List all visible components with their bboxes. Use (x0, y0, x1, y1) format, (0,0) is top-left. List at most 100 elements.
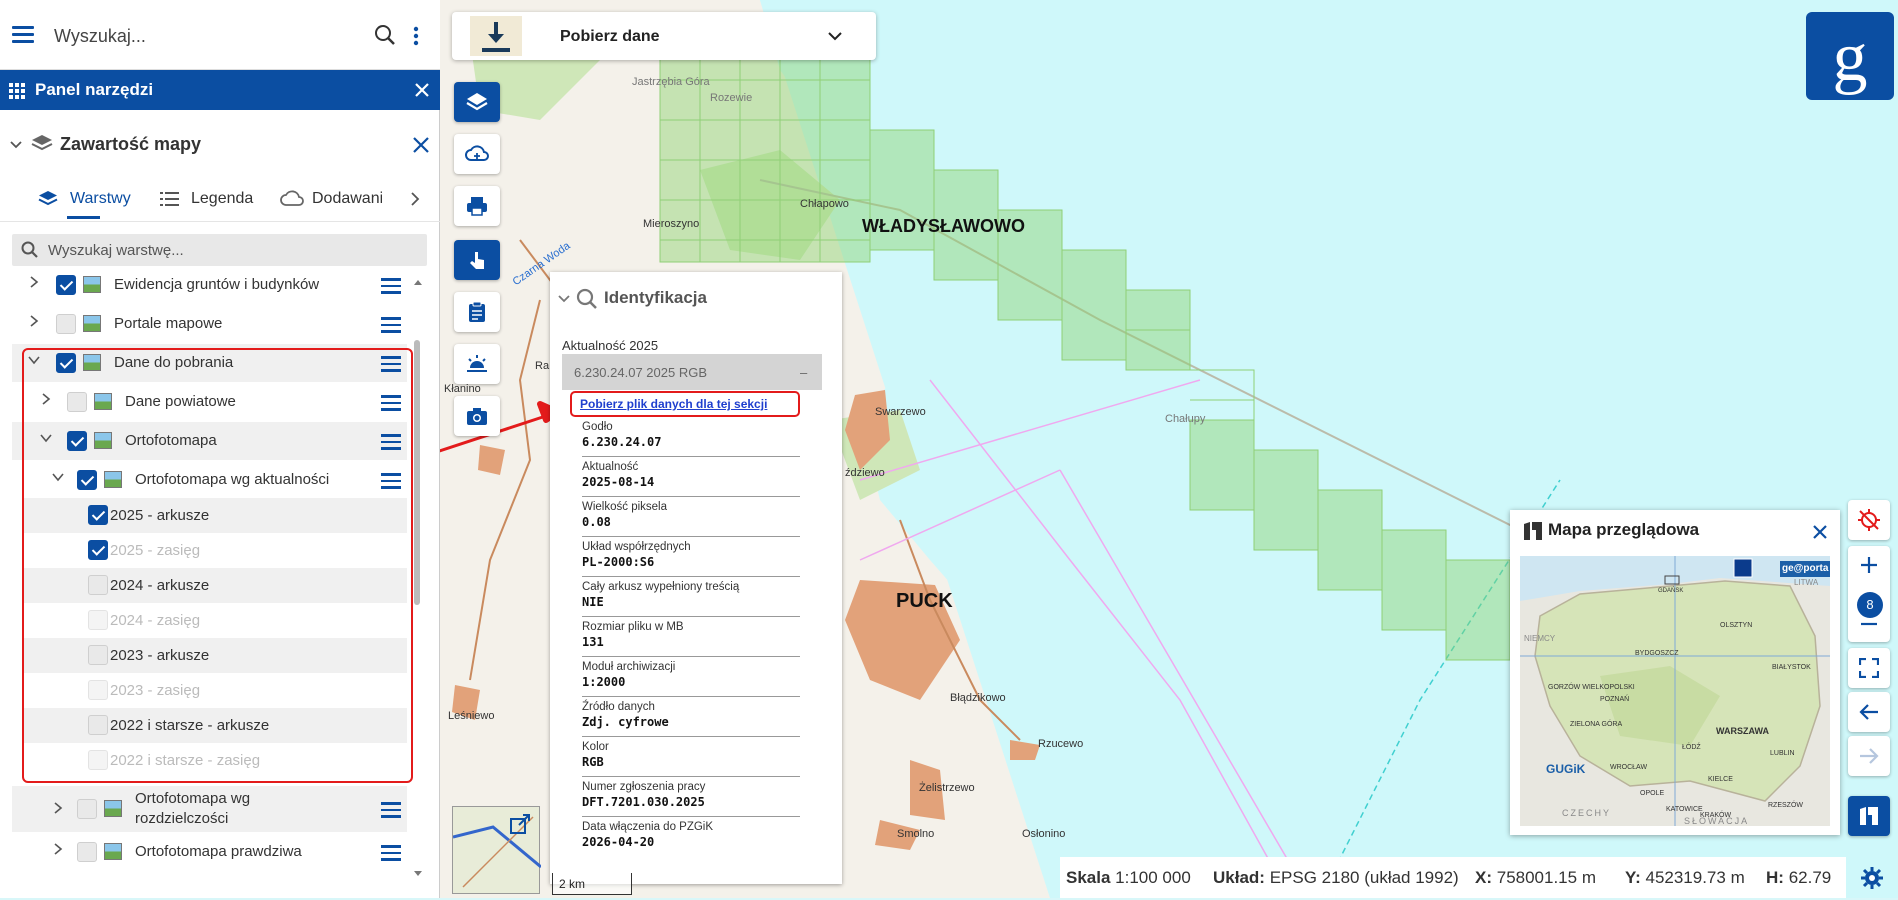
hamburger-menu-icon[interactable] (12, 26, 34, 44)
print-button[interactable] (454, 186, 500, 226)
settings-gear-icon[interactable] (1860, 866, 1884, 890)
attr-uklad: Układ współrzędnych PL-2000:S6 (582, 537, 800, 577)
identify-button[interactable] (454, 240, 500, 280)
scale-label: Skala (1066, 868, 1111, 887)
attr-key: Moduł archiwizacji (582, 661, 676, 673)
ov-label-slowacja: SŁOWACJA (1684, 816, 1750, 826)
layer-row-ortofotomapa-prawdziwa[interactable]: Ortofotomapa prawdziwa (12, 833, 407, 871)
ov-label-bydgoszcz: BYDGOSZCZ (1635, 650, 1679, 657)
search-input[interactable] (54, 18, 354, 54)
sheet-select[interactable]: 6.230.24.07 2025 RGB – (562, 354, 822, 390)
chevron-down-icon[interactable] (10, 140, 22, 150)
download-title: Pobierz dane (560, 28, 660, 45)
mini-map[interactable] (452, 806, 542, 894)
layer-menu-icon[interactable] (381, 845, 401, 861)
layers-tab-icon (38, 191, 58, 206)
layer-checkbox[interactable] (77, 799, 97, 819)
tab-warstwy[interactable]: Warstwy (70, 190, 131, 208)
attr-data: Data włączenia do PZGiK 2026-04-20 (582, 817, 800, 857)
next-view-button[interactable] (1848, 736, 1890, 776)
fullscreen-button[interactable] (1848, 648, 1890, 688)
attr-key: Źródło danych (582, 701, 655, 713)
attr-value: RGB (582, 755, 604, 769)
camera-icon (467, 408, 487, 425)
tab-dodawanie[interactable]: Dodawanie (312, 190, 382, 208)
print-icon (467, 197, 487, 216)
layer-menu-icon[interactable] (381, 802, 401, 818)
map-content-title: Zawartość mapy (60, 134, 202, 154)
layer-label: Ewidencja gruntów i budynków (114, 276, 320, 293)
download-link-box: Pobierz plik danych dla tej sekcji (570, 391, 800, 417)
map-label-chalupy: Chałupy (1165, 413, 1206, 425)
layer-menu-icon[interactable] (381, 317, 401, 333)
attr-value: 131 (582, 635, 604, 649)
layer-list-scrollbar[interactable] (414, 340, 420, 605)
layer-checkbox[interactable] (77, 842, 97, 862)
map-label-zelistrzewo: Żelistrzewo (919, 782, 975, 794)
zoom-out-icon[interactable] (1860, 622, 1878, 626)
overview-map-icon (1524, 522, 1542, 540)
attr-value: 2025-08-14 (582, 475, 655, 489)
layer-row-ortofotomapa-rozdzielczosc[interactable]: Ortofotomapa wg rozdzielczości (12, 786, 407, 832)
ov-label-poznan: POZNAŃ (1600, 696, 1630, 703)
scroll-up-icon[interactable] (413, 278, 423, 286)
close-content-icon[interactable] (412, 136, 430, 154)
chevron-down-icon[interactable] (558, 294, 570, 304)
chevron-right-icon[interactable] (28, 315, 40, 327)
attr-value: 6.230.24.07 (582, 435, 662, 449)
cloud-button[interactable] (454, 134, 500, 174)
zoom-in-icon[interactable] (1860, 556, 1878, 574)
overview-map-button[interactable] (1848, 796, 1890, 836)
sun-button[interactable] (454, 344, 500, 384)
layer-search-input[interactable] (48, 240, 408, 260)
chevron-right-icon[interactable] (52, 802, 64, 814)
more-vertical-icon[interactable] (412, 26, 420, 46)
previous-view-button[interactable] (1848, 692, 1890, 732)
close-panel-icon[interactable] (414, 82, 430, 98)
scroll-down-icon[interactable] (413, 870, 423, 878)
chevron-right-icon[interactable] (410, 192, 420, 206)
tab-legenda[interactable]: Legenda (191, 190, 253, 208)
content-tabs: Warstwy Legenda Dodawanie (0, 176, 440, 222)
layers-button[interactable] (454, 82, 500, 122)
close-overview-icon[interactable] (1812, 524, 1828, 540)
layer-search-icon (21, 241, 38, 258)
actuality-label: Aktualność 2025 (562, 338, 659, 353)
layer-row-portale[interactable]: Portale mapowe (12, 305, 407, 343)
tools-panel-header: Panel narzędzi (0, 70, 440, 110)
ov-label-olsztyn: OLSZTYN (1720, 622, 1753, 629)
chevron-down-icon[interactable] (828, 32, 842, 41)
layer-checkbox[interactable] (56, 275, 76, 295)
overview-map[interactable]: ge@porta WARSZAWA OLSZTYN BIAŁYSTOK BYDG… (1520, 556, 1830, 826)
highlight-box (22, 348, 413, 783)
h-label: H: (1766, 868, 1784, 887)
chevron-right-icon[interactable] (52, 843, 64, 855)
layer-row-ewidencja[interactable]: Ewidencja gruntów i budynków (12, 266, 407, 304)
ov-label-zielona: ZIELONA GÓRA (1570, 721, 1623, 728)
external-link-icon[interactable] (509, 813, 531, 835)
overview-map-icon (1860, 807, 1878, 825)
wms-layer-icon (83, 276, 101, 293)
active-tab-indicator (67, 216, 100, 219)
wms-layer-icon (83, 315, 101, 332)
svg-text:g: g (1833, 19, 1868, 96)
y-value: 452319.73 m (1645, 868, 1745, 887)
zoom-level: 8 (1857, 592, 1883, 618)
layer-menu-icon[interactable] (381, 278, 401, 294)
ov-label-warszawa: WARSZAWA (1716, 726, 1769, 736)
map-label-zdzewo: ździewo (845, 467, 885, 479)
map-label-swarzewo: Swarzewo (875, 406, 926, 418)
attr-key: Data włączenia do PZGiK (582, 821, 714, 833)
layer-checkbox[interactable] (56, 314, 76, 334)
clipboard-button[interactable] (454, 292, 500, 332)
no-geolocation-button[interactable] (1848, 500, 1890, 540)
attr-value: 2026-04-20 (582, 835, 655, 849)
download-sheet-link[interactable]: Pobierz plik danych dla tej sekcji (580, 397, 767, 411)
search-icon[interactable] (374, 24, 396, 46)
wms-layer-icon (104, 800, 122, 817)
chevron-right-icon[interactable] (28, 276, 40, 288)
download-data-dropdown[interactable]: Pobierz dane (452, 12, 876, 60)
attr-value: 1:2000 (582, 675, 626, 689)
app-logo[interactable]: g (1806, 12, 1894, 100)
camera-button[interactable] (454, 396, 500, 436)
